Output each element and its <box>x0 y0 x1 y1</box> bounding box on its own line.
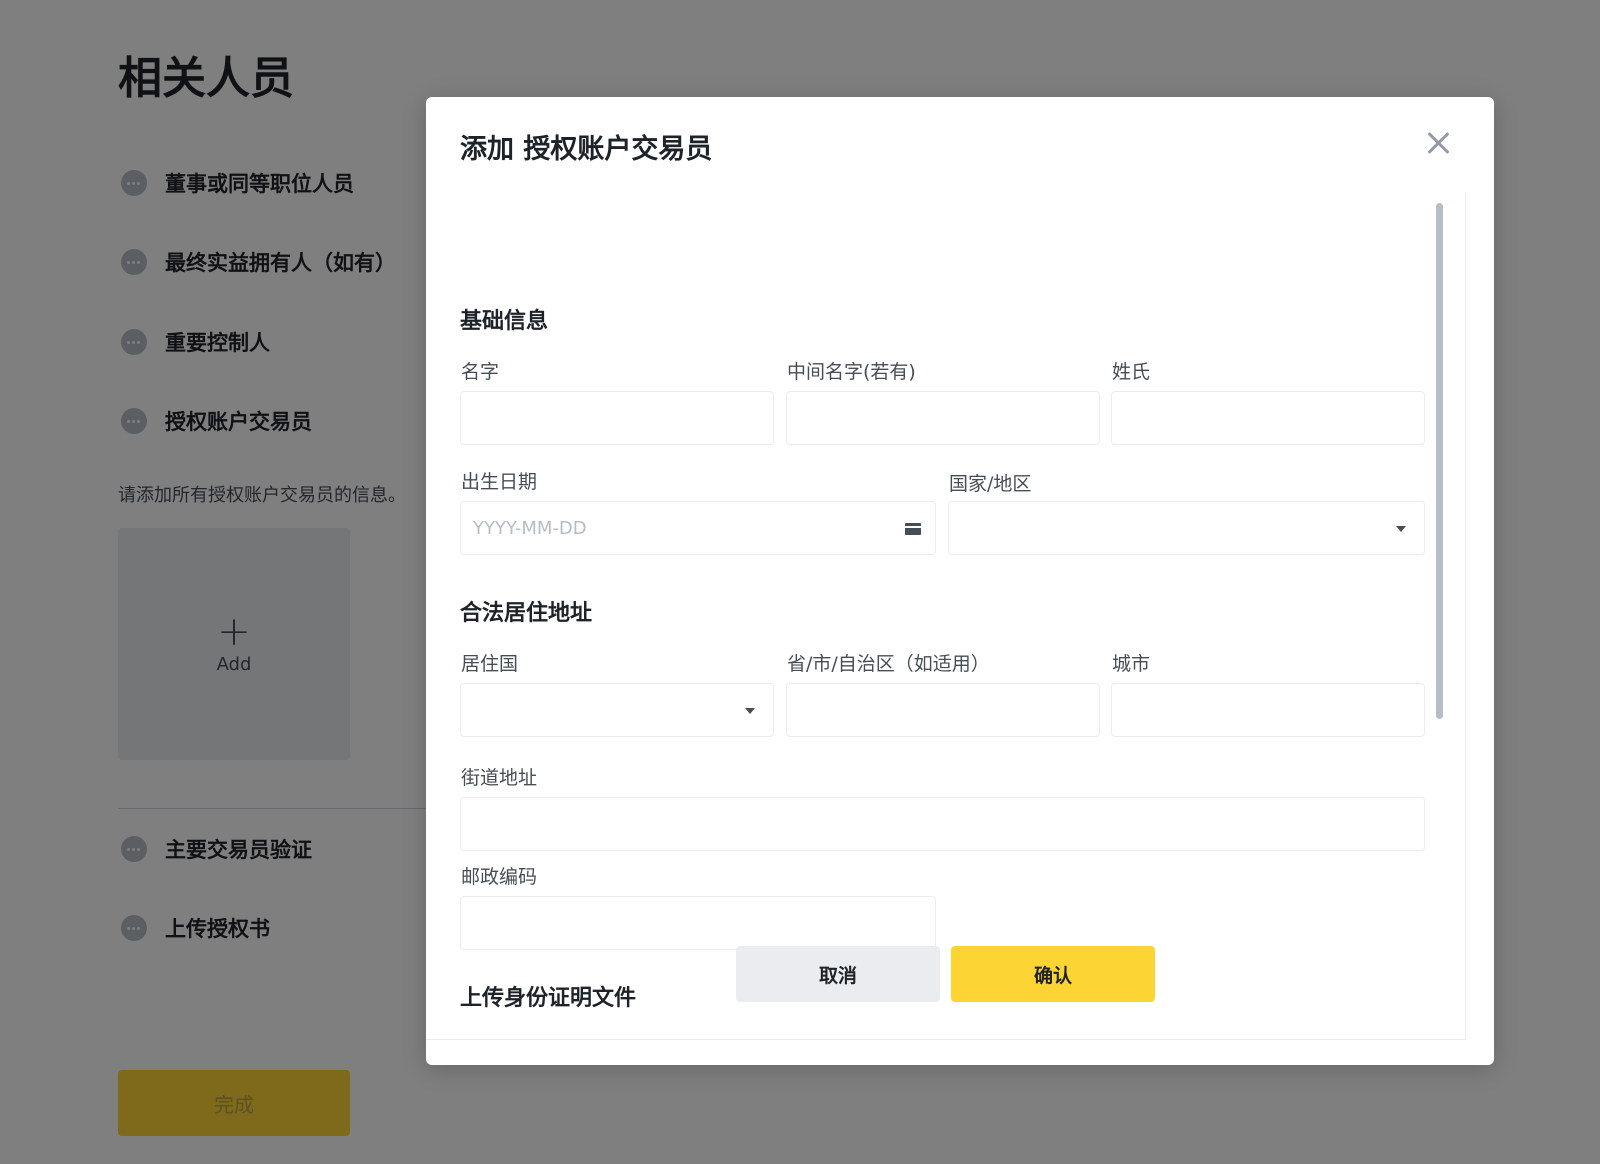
last-name-input[interactable] <box>1111 391 1425 445</box>
scrollbar[interactable] <box>1434 203 1444 1033</box>
country-select[interactable] <box>948 501 1425 555</box>
add-trader-modal: 添加 授权账户交易员 基础信息 名字 中间名字(若有) 姓氏 出生日期 YYYY… <box>426 97 1494 1065</box>
cancel-button[interactable]: 取消 <box>736 946 940 1002</box>
section-title-upload: 上传身份证明文件 <box>460 986 637 1011</box>
middle-name-label: 中间名字(若有) <box>787 361 916 383</box>
residence-country-select[interactable] <box>460 683 774 737</box>
postal-code-label: 邮政编码 <box>461 866 538 888</box>
chevron-down-icon <box>1396 526 1406 532</box>
close-icon[interactable] <box>1422 127 1454 159</box>
dob-input[interactable]: YYYY-MM-DD <box>460 501 936 555</box>
dob-label: 出生日期 <box>461 471 538 493</box>
province-label: 省/市/自治区（如适用） <box>787 653 990 675</box>
modal-title: 添加 授权账户交易员 <box>460 134 713 165</box>
postal-code-input[interactable] <box>460 896 936 950</box>
first-name-input[interactable] <box>460 391 774 445</box>
city-input[interactable] <box>1111 683 1425 737</box>
section-title-basic: 基础信息 <box>460 309 549 334</box>
province-input[interactable] <box>786 683 1100 737</box>
country-label: 国家/地区 <box>949 473 1032 495</box>
confirm-button[interactable]: 确认 <box>951 946 1155 1002</box>
section-title-address: 合法居住地址 <box>460 601 593 626</box>
city-label: 城市 <box>1112 653 1151 675</box>
last-name-label: 姓氏 <box>1112 361 1151 383</box>
street-label: 街道地址 <box>461 767 538 789</box>
street-input[interactable] <box>460 797 1425 851</box>
first-name-label: 名字 <box>461 361 500 383</box>
modal-body: 基础信息 名字 中间名字(若有) 姓氏 出生日期 YYYY-MM-DD 国家/地… <box>426 193 1466 1040</box>
calendar-icon[interactable] <box>905 521 921 535</box>
residence-country-label: 居住国 <box>461 653 519 675</box>
chevron-down-icon <box>745 708 755 714</box>
scrollbar-thumb[interactable] <box>1436 203 1443 719</box>
middle-name-input[interactable] <box>786 391 1100 445</box>
dob-placeholder: YYYY-MM-DD <box>473 518 587 539</box>
